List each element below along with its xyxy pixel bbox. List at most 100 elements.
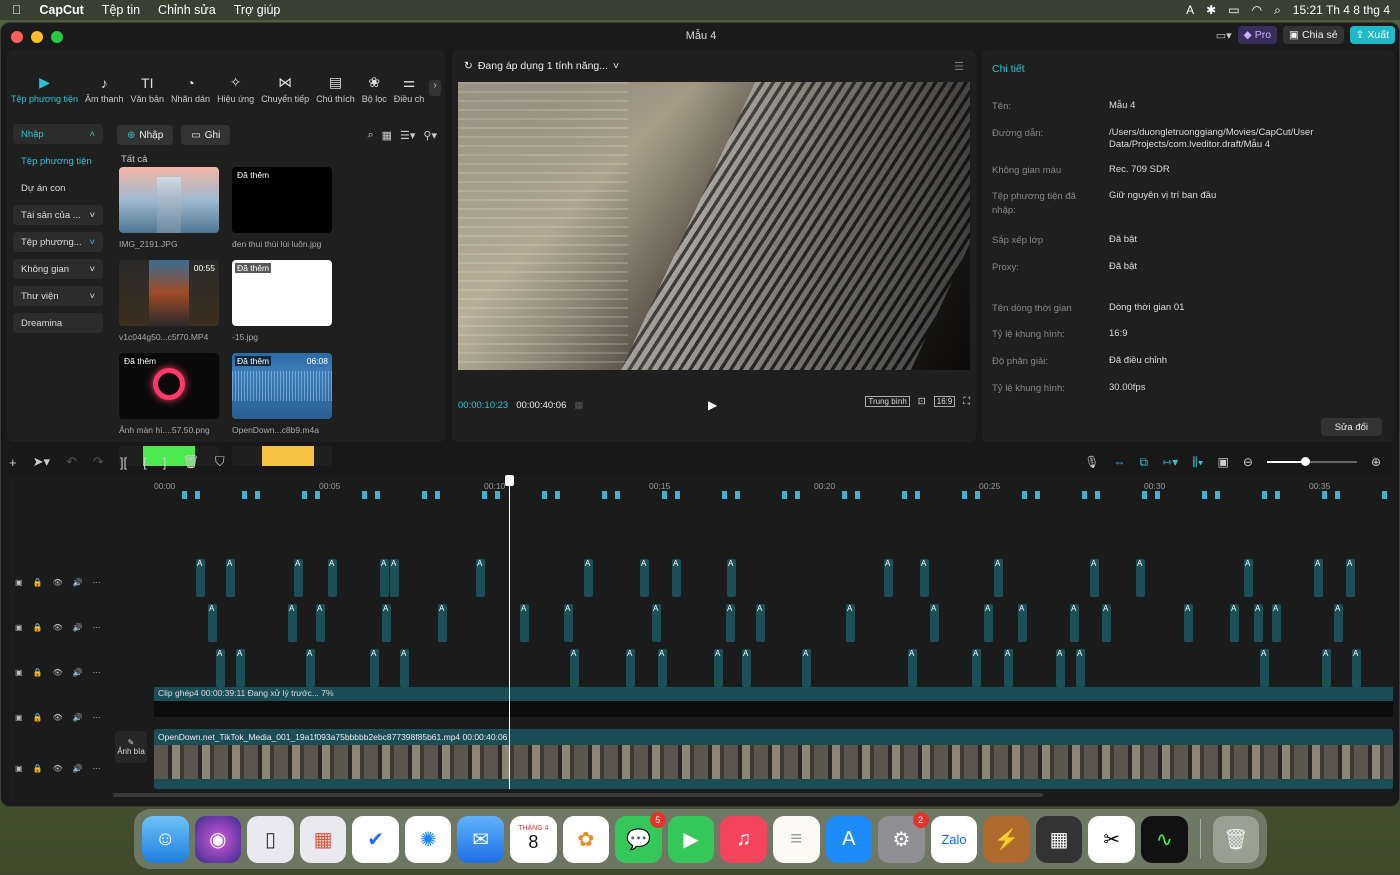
bluetooth-icon[interactable]: ✱: [1206, 3, 1216, 17]
text-clip[interactable]: [328, 559, 337, 597]
text-clip[interactable]: [727, 559, 736, 597]
text-clip[interactable]: [1018, 604, 1027, 642]
track-controls[interactable]: ▣ 🔒 👁 🔊 ⋯: [9, 662, 109, 682]
preview-axis-icon[interactable]: ⫼▾: [1192, 455, 1203, 470]
siri-icon[interactable]: ◉: [194, 815, 242, 863]
text-clip[interactable]: [1244, 559, 1253, 597]
search-icon[interactable]: ⌕: [367, 129, 373, 142]
grid-view-icon[interactable]: ▦: [382, 129, 392, 142]
preview-status[interactable]: ↻ Đang áp dụng 1 tính năng... ˅: [464, 60, 619, 72]
iphone-mirroring-icon[interactable]: ▯: [247, 815, 294, 863]
text-clip[interactable]: [382, 604, 391, 642]
trim-left-icon[interactable]: [: [143, 455, 147, 470]
text-track[interactable]: [154, 604, 1393, 644]
text-clip[interactable]: [1004, 649, 1013, 687]
trim-right-icon[interactable]: ]: [163, 455, 167, 470]
calendar-icon[interactable]: THÁNG 48: [510, 815, 557, 863]
text-clip[interactable]: [400, 649, 409, 687]
tab-media[interactable]: ▶ Tệp phương tiện: [11, 74, 78, 104]
text-clip[interactable]: [216, 649, 225, 687]
clock[interactable]: 15:21 Th 4 8 thg 4: [1293, 3, 1390, 17]
text-clip[interactable]: [742, 649, 751, 687]
add-track-icon[interactable]: +: [9, 455, 17, 470]
media-item[interactable]: Đã thêm đen thui thùi lùi luôn.jpg: [232, 167, 332, 249]
text-clip[interactable]: [564, 604, 573, 642]
text-clip[interactable]: [438, 604, 447, 642]
text-clip[interactable]: [316, 604, 325, 642]
timeline[interactable]: 00:00 00:05 00:10 00:15 00:20 00:25 00:3…: [9, 475, 1393, 803]
text-track[interactable]: [154, 649, 1393, 689]
text-clip[interactable]: [984, 604, 993, 642]
text-track[interactable]: [154, 559, 1393, 599]
compound-clip[interactable]: Clip ghép4 00:00:39:11 Đang xử lý trước.…: [154, 687, 1393, 717]
text-clip[interactable]: [1102, 604, 1111, 642]
text-clip[interactable]: [802, 649, 811, 687]
safari-icon[interactable]: ✺: [404, 815, 452, 863]
text-clip[interactable]: [294, 559, 303, 597]
sidebar-item-import[interactable]: Nhập ˄: [13, 124, 103, 144]
split-icon[interactable]: ][: [120, 455, 127, 470]
track-controls[interactable]: ▣ 🔒 👁 🔊 ⋯: [9, 707, 109, 727]
activity-monitor-icon[interactable]: ∿: [1140, 815, 1188, 863]
sidebar-item-dreamina[interactable]: Dreamina: [13, 313, 103, 333]
minimize-button[interactable]: [31, 31, 43, 43]
text-clip[interactable]: [306, 649, 315, 687]
text-clip[interactable]: [196, 559, 205, 597]
text-clip[interactable]: [1056, 649, 1065, 687]
sort-icon[interactable]: ☰▾: [400, 129, 415, 142]
menu-help[interactable]: Trợ giúp: [234, 3, 281, 17]
snap-icon[interactable]: ⇿▾: [1162, 455, 1178, 469]
delete-icon[interactable]: 🗑: [182, 454, 199, 470]
text-clip[interactable]: [884, 559, 893, 597]
text-clip[interactable]: [726, 604, 735, 642]
text-clip[interactable]: [1136, 559, 1145, 597]
text-clip[interactable]: [570, 649, 579, 687]
record-button[interactable]: ▭ Ghi: [181, 125, 231, 145]
fullscreen-icon[interactable]: ⛶: [963, 396, 970, 407]
text-clip[interactable]: [972, 649, 981, 687]
menu-edit[interactable]: Chỉnh sửa: [158, 3, 216, 17]
text-clip[interactable]: [908, 649, 917, 687]
text-clip[interactable]: [920, 559, 929, 597]
text-clip[interactable]: [846, 604, 855, 642]
tab-caption[interactable]: ▤ Chú thích: [316, 74, 355, 104]
tab-transition[interactable]: ⋈ Chuyển tiếp: [261, 74, 309, 104]
text-clip[interactable]: [626, 649, 635, 687]
filter-all-label[interactable]: Tất cả: [121, 154, 147, 165]
text-clip[interactable]: [1230, 604, 1239, 642]
text-clip[interactable]: [520, 604, 529, 642]
tab-effects[interactable]: ✧ Hiệu ứng: [217, 74, 254, 104]
text-clip[interactable]: [1352, 649, 1361, 687]
chevron-right-icon[interactable]: ›: [429, 80, 441, 96]
share-button[interactable]: ▣ Chia sẻ: [1283, 26, 1344, 44]
microphone-icon[interactable]: 🎙: [1084, 455, 1099, 469]
text-clip[interactable]: [1090, 559, 1099, 597]
zoom-out-icon[interactable]: ⊖: [1243, 455, 1253, 469]
search-icon[interactable]: ⌕: [1274, 3, 1281, 18]
text-clip[interactable]: [1184, 604, 1193, 642]
text-clip[interactable]: [1070, 604, 1079, 642]
text-clip[interactable]: [930, 604, 939, 642]
video-preview[interactable]: [458, 82, 970, 370]
text-clip[interactable]: [1346, 559, 1355, 597]
apple-icon[interactable]: : [12, 3, 21, 17]
text-clip[interactable]: [390, 559, 399, 597]
cover-button[interactable]: ✎ Ảnh bìa: [115, 731, 147, 763]
tab-filter[interactable]: ❀ Bộ lọc: [362, 74, 387, 104]
menu-icon[interactable]: ☰: [954, 60, 964, 73]
track-controls[interactable]: ▣ 🔒 👁 🔊 ⋯: [9, 758, 109, 778]
media-item[interactable]: 00:55 v1c044g50...c5f70.MP4: [119, 260, 219, 342]
timeline-scrollbar[interactable]: [113, 793, 1043, 797]
text-clip[interactable]: [640, 559, 649, 597]
finder-icon[interactable]: ☺: [142, 815, 189, 863]
pro-button[interactable]: ◆ Pro: [1237, 26, 1278, 44]
photos-icon[interactable]: ✿: [562, 815, 610, 863]
edit-button[interactable]: Sửa đổi: [1320, 418, 1382, 436]
undo-icon[interactable]: ↶: [66, 454, 77, 470]
messages-icon[interactable]: 💬 5: [615, 811, 666, 863]
text-clip[interactable]: [756, 604, 765, 642]
magnet-icon[interactable]: ⧉: [1139, 455, 1148, 470]
calculator-icon[interactable]: ▦: [1035, 815, 1083, 863]
ratio-button[interactable]: 16:9: [933, 396, 956, 407]
media-item[interactable]: IMG_2191.JPG: [119, 167, 219, 249]
